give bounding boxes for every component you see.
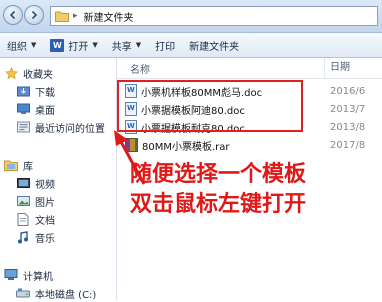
sidebar-item-libraries[interactable]: 库 xyxy=(4,156,33,174)
column-header-row: 名称 日期 xyxy=(117,58,382,79)
word-app-icon: W xyxy=(50,38,65,52)
breadcrumb-current[interactable]: 新建文件夹 xyxy=(84,9,134,24)
open-menu[interactable]: W 打开 ▼ xyxy=(43,33,104,57)
chevron-down-icon: ▼ xyxy=(31,41,37,49)
sidebar-item-label: 桌面 xyxy=(35,105,55,117)
recent-places-icon xyxy=(16,120,30,134)
downloads-folder-icon xyxy=(16,84,30,98)
print-button[interactable]: 打印 xyxy=(148,33,182,57)
file-date: 2016/6 xyxy=(330,85,366,97)
sidebar-item-label: 图片 xyxy=(35,197,55,209)
address-bar[interactable]: ▸ 新建文件夹 xyxy=(50,6,378,26)
open-label: 打开 xyxy=(68,41,89,53)
forward-button[interactable] xyxy=(24,5,44,25)
new-folder-button[interactable]: 新建文件夹 xyxy=(182,33,246,57)
column-header-name[interactable]: 名称 xyxy=(130,61,150,76)
picture-icon xyxy=(16,194,30,208)
video-icon xyxy=(16,176,30,190)
sidebar-item-label: 文档 xyxy=(35,215,55,227)
share-menu[interactable]: 共享 ▼ xyxy=(105,33,148,57)
file-date: 2017/8 xyxy=(330,139,366,151)
chevron-down-icon: ▼ xyxy=(92,41,98,49)
annotation-text: 随便选择一个模板 双击鼠标左键打开 xyxy=(130,160,370,220)
sidebar-item-label: 视频 xyxy=(35,179,55,191)
new-folder-label: 新建文件夹 xyxy=(189,41,240,53)
sidebar-item-music[interactable]: 音乐 xyxy=(16,228,55,246)
breadcrumb-separator-icon[interactable]: ▸ xyxy=(73,11,78,21)
title-bar: ▸ 新建文件夹 xyxy=(0,0,382,33)
folder-icon xyxy=(55,11,69,22)
star-icon xyxy=(4,66,18,80)
music-note-icon xyxy=(16,230,30,244)
sidebar-item-documents[interactable]: 文档 xyxy=(16,210,55,228)
sidebar-item-downloads[interactable]: 下载 xyxy=(16,82,55,100)
highlight-box xyxy=(117,80,303,132)
sidebar-item-recent[interactable]: 最近访问的位置 xyxy=(16,118,105,136)
disk-drive-icon xyxy=(16,286,30,300)
file-name: 80MM小票模板.rar xyxy=(142,141,230,153)
computer-icon xyxy=(4,268,18,282)
sidebar-item-label: 计算机 xyxy=(23,271,53,283)
sidebar-item-label: 库 xyxy=(23,161,33,173)
back-arrow-icon xyxy=(9,10,16,20)
forward-arrow-icon xyxy=(31,10,38,20)
sidebar-item-label: 音乐 xyxy=(35,233,55,245)
file-date: 2013/7 xyxy=(330,103,366,115)
sidebar-item-favorites[interactable]: 收藏夹 xyxy=(4,64,53,82)
sidebar-item-label: 收藏夹 xyxy=(23,69,53,81)
back-button[interactable] xyxy=(3,5,23,25)
command-bar: 组织 ▼ W 打开 ▼ 共享 ▼ 打印 新建文件夹 xyxy=(0,33,382,58)
sidebar-item-pictures[interactable]: 图片 xyxy=(16,192,55,210)
column-header-date[interactable]: 日期 xyxy=(324,58,350,78)
annotation-line-1: 随便选择一个模板 xyxy=(130,162,307,187)
print-label: 打印 xyxy=(155,41,176,53)
annotation-line-2: 双击鼠标左键打开 xyxy=(130,192,307,217)
sidebar-item-computer[interactable]: 计算机 xyxy=(4,266,53,284)
document-icon xyxy=(16,212,30,226)
sidebar-item-label: 本地磁盘 (C:) xyxy=(35,289,97,301)
sidebar-item-videos[interactable]: 视频 xyxy=(16,174,55,192)
file-date: 2013/8 xyxy=(330,121,366,133)
organize-label: 组织 xyxy=(7,41,27,53)
sidebar-item-label: 最近访问的位置 xyxy=(35,123,105,135)
desktop-icon xyxy=(16,102,30,116)
organize-menu[interactable]: 组织 ▼ xyxy=(0,33,43,57)
sidebar-item-local-disk[interactable]: 本地磁盘 (C:) xyxy=(16,284,96,302)
libraries-icon xyxy=(4,158,18,172)
navigation-pane: 收藏夹 下载 桌面 最近访问的位置 库 视频 图片 文档 音乐 计算机 本地磁盘… xyxy=(0,58,117,302)
chevron-down-icon: ▼ xyxy=(135,41,142,49)
sidebar-item-desktop[interactable]: 桌面 xyxy=(16,100,55,118)
share-label: 共享 xyxy=(111,41,132,53)
sidebar-item-label: 下载 xyxy=(35,87,55,99)
